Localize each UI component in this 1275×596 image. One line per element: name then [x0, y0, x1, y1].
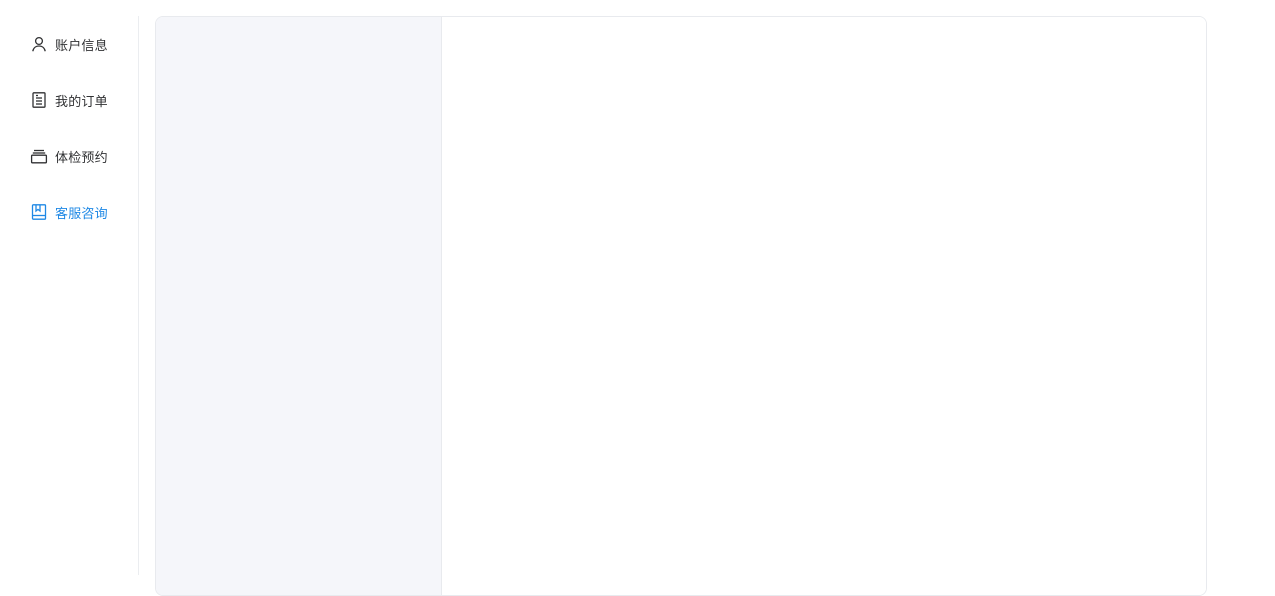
sidebar-item-label: 客服咨询 [55, 206, 108, 222]
bookmark-book-icon [30, 203, 48, 221]
user-icon [30, 35, 48, 53]
sidebar-item-account-info[interactable]: 账户信息 [30, 32, 108, 56]
sidebar-item-label: 账户信息 [55, 38, 108, 54]
sidebar-item-checkup-booking[interactable]: 体检预约 [30, 144, 108, 168]
message-area[interactable] [442, 17, 1206, 595]
document-icon [30, 91, 48, 109]
sidebar-item-label: 我的订单 [55, 94, 108, 110]
conversation-list[interactable] [156, 17, 442, 595]
sidebar-item-label: 体检预约 [55, 150, 108, 166]
sidebar-item-customer-service[interactable]: 客服咨询 [30, 200, 108, 224]
customer-service-panel [155, 16, 1207, 596]
sidebar: 账户信息 我的订单 体检预约 客服咨询 [0, 16, 139, 575]
card-stack-icon [30, 147, 48, 165]
sidebar-item-my-orders[interactable]: 我的订单 [30, 88, 108, 112]
